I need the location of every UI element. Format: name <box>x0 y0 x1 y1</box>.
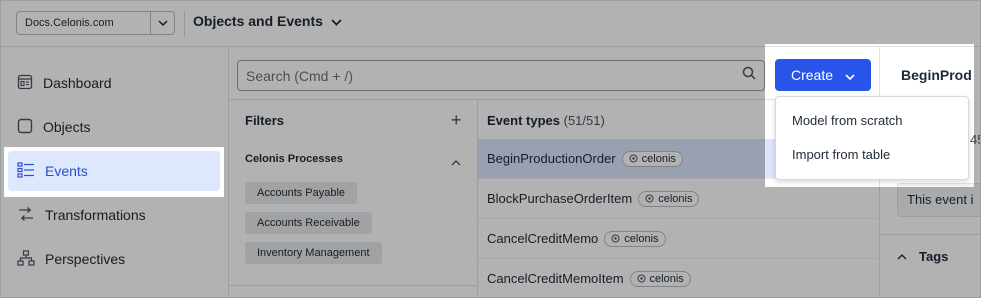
chevron-down-icon <box>331 13 342 29</box>
domain-select-value: Docs.Celonis.com <box>25 17 114 29</box>
event-name: CancelCreditMemo <box>487 231 599 246</box>
filters-title: Filters <box>245 113 285 128</box>
detail-number: 45 <box>970 132 980 147</box>
detail-title: BeginProd <box>901 67 972 83</box>
event-name: CancelCreditMemoItem <box>487 271 624 286</box>
event-types-title: Event types (51/51) <box>487 113 605 128</box>
sidebar-item-label: Transformations <box>45 207 146 223</box>
filter-chip[interactable]: Accounts Receivable <box>245 212 372 234</box>
domain-select[interactable]: Docs.Celonis.com <box>16 11 175 35</box>
search-input[interactable] <box>246 67 742 84</box>
sidebar-item-label: Perspectives <box>45 251 126 267</box>
menu-item-model-from-scratch[interactable]: Model from scratch <box>792 113 903 128</box>
chevron-down-icon <box>845 67 855 83</box>
object-icon <box>17 118 33 137</box>
filters-panel: Filters + Celonis Processes Accounts Pay… <box>229 100 478 297</box>
create-button[interactable]: Create <box>775 59 871 91</box>
event-types-count: (51/51) <box>563 113 605 128</box>
table-row[interactable]: CancelCreditMemoItem celonis <box>478 259 879 297</box>
sidebar-item-dashboard[interactable]: Dashboard <box>8 63 220 103</box>
sidebar-item-transformations[interactable]: Transformations <box>8 195 220 235</box>
filter-chip[interactable]: Inventory Management <box>245 242 382 264</box>
perspectives-icon <box>17 249 35 269</box>
tag-label: celonis <box>641 152 676 165</box>
dashboard-icon <box>17 74 33 93</box>
divider <box>229 285 478 286</box>
sidebar: Dashboard Objects Events Transformations… <box>1 47 229 297</box>
table-row[interactable]: CancelCreditMemo celonis <box>478 219 879 259</box>
create-button-label: Create <box>790 67 834 83</box>
tag-badge: celonis <box>604 230 666 247</box>
tag-badge: celonis <box>621 150 683 167</box>
tag-icon <box>645 194 654 203</box>
event-types-label: Event types <box>487 113 560 128</box>
events-icon <box>17 161 35 181</box>
sidebar-item-objects[interactable]: Objects <box>8 107 220 147</box>
tags-label: Tags <box>919 249 949 264</box>
tag-icon <box>611 234 620 243</box>
transformations-icon <box>17 206 35 225</box>
sidebar-item-label: Objects <box>43 119 91 135</box>
menu-item-import-from-table[interactable]: Import from table <box>792 147 890 162</box>
top-bar: Docs.Celonis.com Objects and Events <box>1 1 980 47</box>
chevron-up-icon <box>897 253 907 259</box>
app-window: Docs.Celonis.com Objects and Events Dash… <box>0 0 981 298</box>
table-row[interactable]: BlockPurchaseOrderItem celonis <box>478 179 879 219</box>
chevron-down-icon[interactable] <box>150 12 174 34</box>
sidebar-item-events[interactable]: Events <box>8 151 220 191</box>
tag-icon <box>629 154 638 163</box>
chevron-up-icon[interactable] <box>451 153 461 171</box>
tag-label: celonis <box>624 232 659 245</box>
tags-section-header[interactable]: Tags <box>897 249 948 264</box>
search-icon[interactable] <box>742 66 756 85</box>
tag-label: celonis <box>649 272 684 285</box>
breadcrumb-label: Objects and Events <box>193 13 323 29</box>
divider <box>880 234 980 235</box>
create-menu: Model from scratch Import from table <box>775 96 969 180</box>
tag-badge: celonis <box>638 190 700 207</box>
tag-label: celonis <box>658 192 693 205</box>
search-bar[interactable] <box>237 60 765 91</box>
top-divider <box>184 11 185 37</box>
detail-description[interactable]: This event i <box>897 183 980 217</box>
breadcrumb[interactable]: Objects and Events <box>193 13 342 29</box>
sidebar-item-label: Events <box>45 163 88 179</box>
tag-badge: celonis <box>629 270 691 287</box>
event-name: BlockPurchaseOrderItem <box>487 191 633 206</box>
filter-chip[interactable]: Accounts Payable <box>245 182 358 204</box>
filter-group-title: Celonis Processes <box>245 153 343 165</box>
sidebar-item-perspectives[interactable]: Perspectives <box>8 239 220 279</box>
add-filter-icon[interactable]: + <box>451 111 462 129</box>
sidebar-item-label: Dashboard <box>43 75 112 91</box>
event-name: BeginProductionOrder <box>487 151 616 166</box>
tag-icon <box>637 274 646 283</box>
